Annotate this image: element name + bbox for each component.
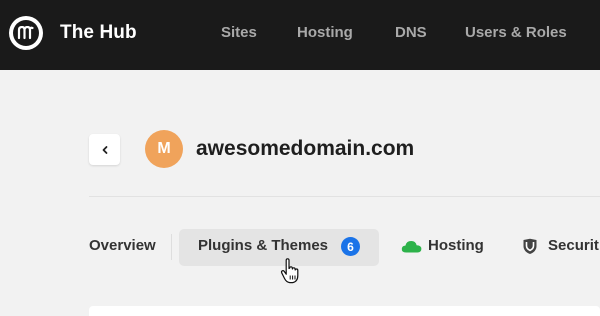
site-domain-title: awesomedomain.com <box>196 137 415 160</box>
tab-security[interactable]: Securit <box>548 237 599 254</box>
nav-users-roles[interactable]: Users & Roles <box>465 24 567 41</box>
tab-overview[interactable]: Overview <box>89 237 156 254</box>
top-navigation-bar: The Hub Sites Hosting DNS Users & Roles <box>0 0 600 70</box>
content-card <box>89 306 600 316</box>
brand-title[interactable]: The Hub <box>60 22 137 44</box>
shield-icon <box>523 238 537 254</box>
tab-hosting[interactable]: Hosting <box>428 237 484 254</box>
tab-plugins-themes[interactable]: Plugins & Themes 6 <box>179 229 379 266</box>
tab-separator <box>171 234 172 260</box>
hub-logo-icon[interactable] <box>9 16 43 50</box>
nav-sites[interactable]: Sites <box>221 24 257 41</box>
tab-plugins-themes-label: Plugins & Themes <box>198 237 329 254</box>
plugins-count-badge: 6 <box>341 237 360 256</box>
chevron-left-icon <box>102 145 107 154</box>
hand-pointer-icon <box>280 258 299 284</box>
back-button[interactable] <box>89 134 120 165</box>
header-divider <box>89 196 600 197</box>
site-avatar: M <box>145 130 183 168</box>
cloud-icon <box>401 241 422 253</box>
nav-dns[interactable]: DNS <box>395 24 427 41</box>
nav-hosting[interactable]: Hosting <box>297 24 353 41</box>
